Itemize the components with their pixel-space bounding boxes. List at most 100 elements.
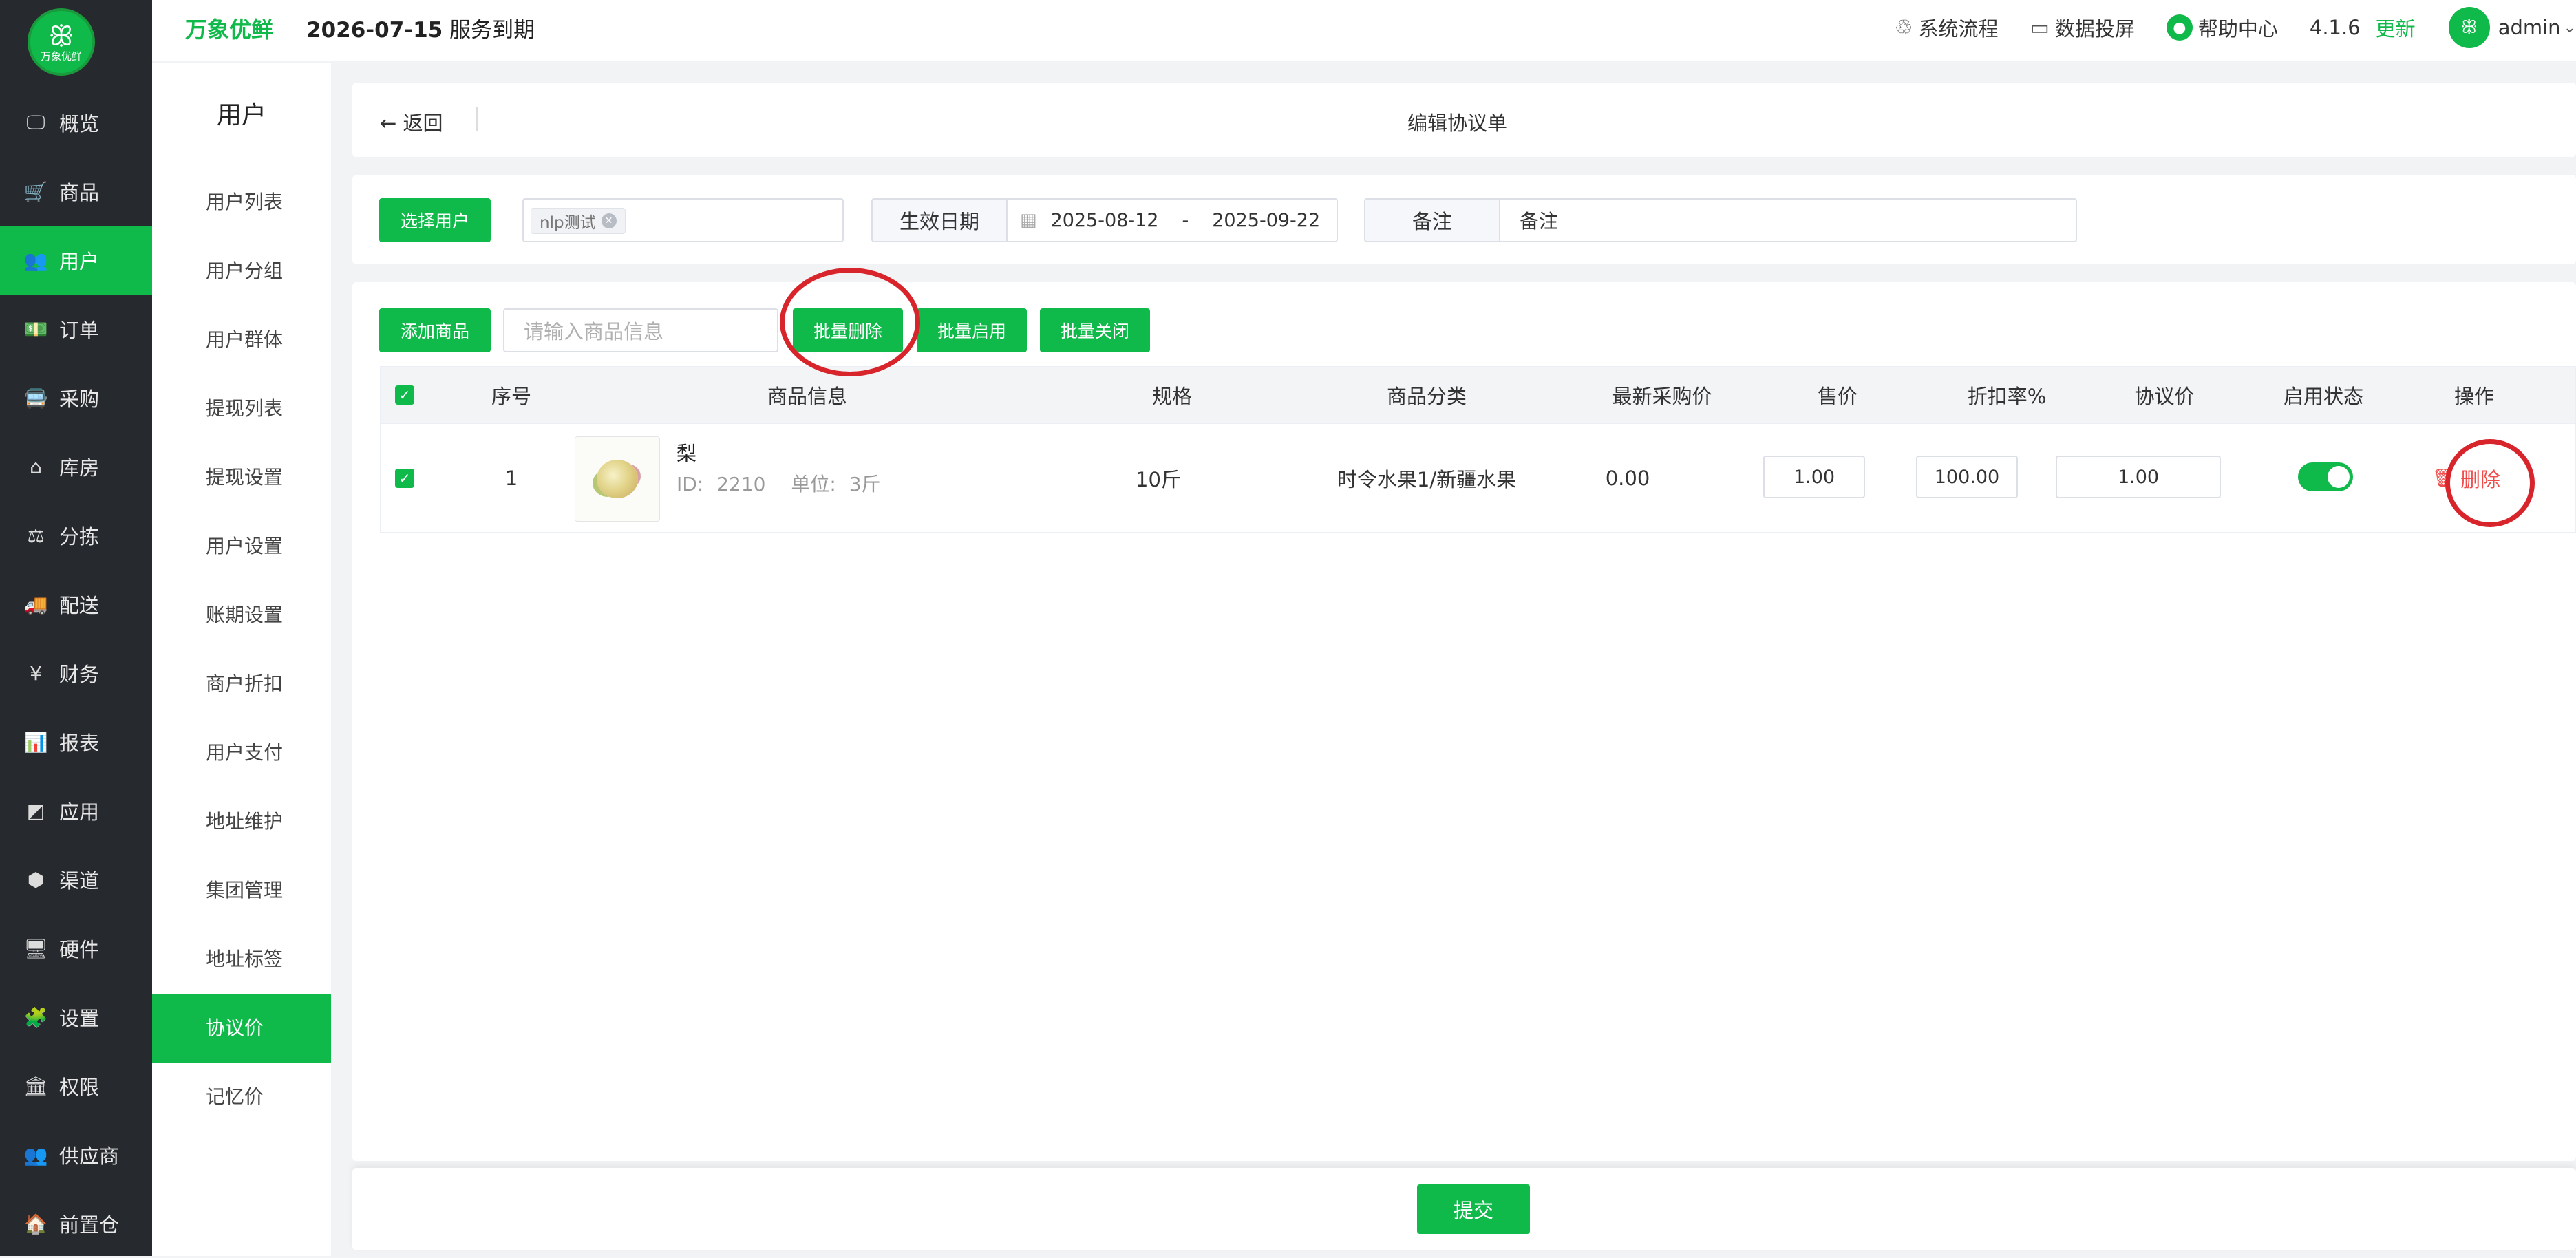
money-icon: 💵 (23, 317, 48, 341)
col-spec: 规格 (1151, 385, 1192, 408)
user-select-field[interactable]: nlp测试 ✕ (522, 198, 844, 242)
col-product-info: 商品信息 (767, 385, 847, 408)
recycle-icon: ♲ (1894, 15, 1913, 40)
select-user-button[interactable]: 选择用户 (379, 198, 491, 242)
user-name[interactable]: admin (2498, 16, 2561, 39)
nav-label: 设置 (59, 1007, 100, 1030)
nav-item-suppliers[interactable]: 👥 供应商 (0, 1120, 152, 1189)
batch-delete-button[interactable]: 批量删除 (793, 308, 903, 352)
users-icon: 👥 (23, 248, 48, 272)
agreement-price-input[interactable]: 1.00 (2056, 456, 2221, 498)
dashboard-label: 数据投屏 (2054, 17, 2135, 41)
subnav-item-memory-price[interactable]: 记忆价 (152, 1063, 331, 1131)
subnav-item-credit-settings[interactable]: 账期设置 (152, 581, 331, 650)
nav-item-channels[interactable]: ⬢ 渠道 (0, 845, 152, 914)
remark-input[interactable]: 备注 (1500, 198, 2077, 242)
page-title: 编辑协议单 (1407, 111, 1508, 135)
subnav-item-user-segment[interactable]: 用户群体 (152, 306, 331, 374)
delete-label: 删除 (2460, 467, 2501, 491)
subnav-item-merchant-discount[interactable]: 商户折扣 (152, 650, 331, 718)
dashboard-link[interactable]: ▭ 数据投屏 (2030, 13, 2134, 42)
nav-item-delivery[interactable]: 🚚 配送 (0, 570, 152, 639)
nav-item-settings[interactable]: 🧩 设置 (0, 983, 152, 1052)
nav-label: 渠道 (59, 869, 100, 893)
enabled-toggle[interactable] (2298, 462, 2353, 491)
trash-icon: 🗑 (2432, 467, 2456, 489)
effective-date-label: 生效日期 (871, 198, 1008, 242)
update-link[interactable]: 更新 (2376, 13, 2416, 42)
submit-button[interactable]: 提交 (1417, 1184, 1530, 1234)
cube-icon: ⬢ (27, 868, 45, 891)
apps-icon: ◩ (26, 799, 45, 822)
row-checkbox[interactable]: ✓ (395, 468, 414, 488)
date-start: 2025-08-12 (1050, 209, 1159, 231)
sale-price-input[interactable]: 1.00 (1763, 456, 1865, 498)
workflow-link[interactable]: ♲ 系统流程 (1895, 13, 1999, 42)
nav-item-hardware[interactable]: 🖥 硬件 (0, 914, 152, 983)
main-sidebar: ꕥ 万象优鲜 🖵 概览 🛒 商品 👥 用户 💵 订单 🚍 采购 ⌂ 库房 ⚖ 分拣 🚚 配送 ¥… (0, 0, 152, 1256)
chevron-down-icon[interactable]: ⌄ (2564, 19, 2576, 36)
subnav-item-withdraw-list[interactable]: 提现列表 (152, 374, 331, 443)
product-panel: 添加商品 请输入商品信息 批量删除 批量启用 批量关闭 ✓ 序号 商品信息 规格… (352, 282, 2576, 1161)
location-pin-icon: ● (2166, 14, 2193, 41)
delete-button[interactable]: 🗑 删除 (2432, 424, 2500, 532)
nav-label: 分拣 (59, 525, 100, 548)
nav-item-permissions[interactable]: 🏛 权限 (0, 1052, 152, 1120)
discount-rate-input[interactable]: 100.00 (1916, 456, 2018, 498)
nav-item-orders[interactable]: 💵 订单 (0, 295, 152, 363)
nav-item-goods[interactable]: 🛒 商品 (0, 157, 152, 226)
pear-image (597, 460, 638, 498)
avatar[interactable]: ꕥ (2448, 7, 2490, 48)
date-end: 2025-09-22 (1212, 209, 1321, 231)
help-link[interactable]: ● 帮助中心 (2166, 13, 2278, 42)
subnav-item-agreement-price[interactable]: 协议价 (152, 994, 331, 1063)
logo-text: 万象优鲜 (40, 50, 82, 63)
cart-icon: 🛒 (23, 180, 48, 203)
back-button[interactable]: ← 返回 (380, 107, 443, 136)
brand-name: 万象优鲜 (185, 17, 274, 43)
col-category: 商品分类 (1386, 385, 1467, 408)
subnav-item-group-management[interactable]: 集团管理 (152, 856, 331, 925)
batch-enable-button[interactable]: 批量启用 (917, 308, 1027, 352)
close-icon[interactable]: ✕ (601, 213, 617, 228)
nav-item-finance[interactable]: ¥ 财务 (0, 639, 152, 707)
date-range-picker[interactable]: ▦ 2025-08-12 - 2025-09-22 (1008, 198, 1338, 242)
nav-label: 采购 (59, 387, 100, 411)
subnav-item-user-payment[interactable]: 用户支付 (152, 718, 331, 787)
subnav-item-address-tags[interactable]: 地址标签 (152, 925, 331, 994)
col-sale-price: 售价 (1817, 385, 1858, 408)
app-logo[interactable]: ꕥ 万象优鲜 (28, 8, 95, 76)
nav-item-apps[interactable]: ◩ 应用 (0, 776, 152, 845)
subnav-item-address[interactable]: 地址维护 (152, 787, 331, 856)
select-all-checkbox[interactable]: ✓ (395, 385, 414, 405)
calendar-icon: ▦ (1020, 210, 1037, 231)
subnav-item-user-list[interactable]: 用户列表 (152, 168, 331, 237)
nav-item-users[interactable]: 👥 用户 (0, 226, 152, 295)
product-meta: ID: 2210 单位: 3斤 (677, 469, 881, 497)
nav-item-sorting[interactable]: ⚖ 分拣 (0, 501, 152, 570)
subnav-item-user-group[interactable]: 用户分组 (152, 237, 331, 306)
user-tag-label: nlp测试 (540, 214, 596, 232)
nav-item-overview[interactable]: 🖵 概览 (0, 88, 152, 157)
subnav-item-withdraw-settings[interactable]: 提现设置 (152, 443, 331, 512)
add-product-button[interactable]: 添加商品 (379, 308, 491, 352)
expire-label: 服务到期 (449, 18, 535, 43)
home-icon: ⌂ (30, 455, 42, 478)
desktop-icon: 🖥 (23, 937, 48, 960)
product-search-input[interactable]: 请输入商品信息 (503, 308, 778, 352)
nav-label: 应用 (59, 800, 100, 824)
top-header: 万象优鲜 2026-07-15 服务到期 ♲ 系统流程 ▭ 数据投屏 ● 帮助中心 4… (152, 0, 2576, 61)
nav-item-warehouse[interactable]: ⌂ 库房 (0, 432, 152, 501)
nav-label: 商品 (59, 181, 100, 204)
batch-close-button[interactable]: 批量关闭 (1040, 308, 1150, 352)
nav-item-reports[interactable]: 📊 报表 (0, 707, 152, 776)
nav-item-purchase[interactable]: 🚍 采购 (0, 363, 152, 432)
date-separator: - (1182, 209, 1189, 231)
agreement-form: 选择用户 nlp测试 ✕ 生效日期 ▦ 2025-08-12 - 2025-09-… (352, 175, 2576, 264)
title-bar: ← 返回 编辑协议单 (352, 83, 2576, 157)
divider (476, 107, 478, 131)
elephant-logo-icon: ꕥ (48, 21, 74, 52)
nav-item-front-warehouse[interactable]: 🏠 前置仓 (0, 1189, 152, 1258)
subnav-item-user-settings[interactable]: 用户设置 (152, 512, 331, 581)
screen-icon: ▭ (2030, 15, 2050, 40)
